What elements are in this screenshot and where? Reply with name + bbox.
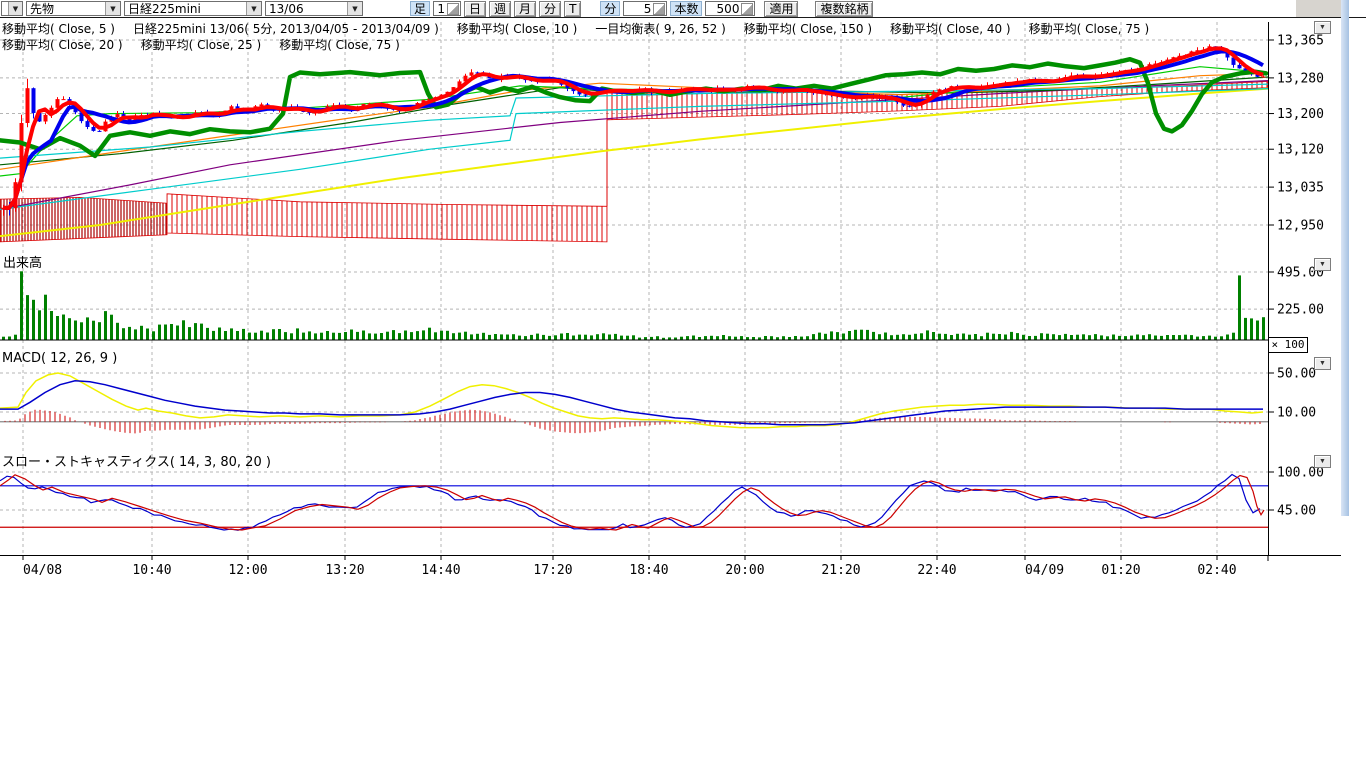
ma10-line	[3, 52, 1263, 209]
svg-text:04/09: 04/09	[1025, 563, 1064, 578]
macd-pane-label: MACD( 12, 26, 9 )	[2, 351, 117, 366]
macd-pane-menu-button[interactable]: ▼	[1314, 357, 1331, 370]
legend-item: 移動平均( Close, 40 )	[890, 20, 1011, 37]
main-price-pane	[0, 44, 1268, 242]
legend-item: 移動平均( Close, 5 )	[2, 20, 115, 37]
svg-text:12,950: 12,950	[1277, 219, 1324, 234]
svg-text:225.00: 225.00	[1277, 303, 1324, 318]
svg-text:18:40: 18:40	[629, 563, 668, 578]
stochastics-pane-label: スロー・ストキャスティクス( 14, 3, 80, 20 )	[2, 451, 271, 470]
legend-row-2: 移動平均( Close, 20 ) 移動平均( Close, 25 ) 移動平均( …	[2, 36, 400, 53]
legend-item: 日経225mini 13/06( 5分, 2013/04/05 - 2013/0…	[133, 20, 439, 37]
legend-item: 移動平均( Close, 20 )	[2, 36, 123, 53]
macd-line	[0, 373, 1263, 428]
volume-pane-label: 出来高	[3, 252, 42, 271]
legend-item: 移動平均( Close, 75 )	[279, 36, 400, 53]
stoch-d-line	[0, 475, 1264, 530]
svg-text:10.00: 10.00	[1277, 406, 1316, 421]
svg-text:13,280: 13,280	[1277, 71, 1324, 86]
ma20-line	[0, 67, 1268, 176]
svg-text:22:40: 22:40	[917, 563, 956, 578]
svg-text:02:40: 02:40	[1197, 563, 1236, 578]
volume-multiplier-badge: × 100	[1268, 337, 1308, 353]
svg-text:13:20: 13:20	[325, 563, 364, 578]
svg-text:17:20: 17:20	[533, 563, 572, 578]
volume-pane	[0, 271, 1268, 340]
svg-text:13,035: 13,035	[1277, 181, 1324, 196]
svg-text:10:40: 10:40	[132, 563, 171, 578]
svg-text:04/08: 04/08	[23, 563, 62, 578]
chart-area: 13,36513,28013,20013,12013,03512,950495.…	[0, 0, 1366, 600]
main-pane-menu-button[interactable]: ▼	[1314, 21, 1331, 34]
svg-text:13,365: 13,365	[1277, 34, 1324, 49]
legend-item: 移動平均( Close, 150 )	[744, 20, 872, 37]
stochastics-pane	[0, 475, 1268, 531]
candles	[2, 44, 1266, 216]
svg-text:45.00: 45.00	[1277, 504, 1316, 519]
legend-item: 一目均衡表( 9, 26, 52 )	[595, 20, 725, 37]
chart-application-window: 13,36513,28013,20013,12013,03512,950495.…	[0, 0, 1366, 768]
macd-signal-line	[0, 381, 1263, 425]
svg-text:20:00: 20:00	[725, 563, 764, 578]
macd-pane	[0, 373, 1268, 433]
legend-item: 移動平均( Close, 25 )	[141, 36, 262, 53]
svg-text:14:40: 14:40	[421, 563, 460, 578]
svg-text:50.00: 50.00	[1277, 367, 1316, 382]
legend-item: 移動平均( Close, 10 )	[457, 20, 578, 37]
legend-row-1: 移動平均( Close, 5 ) 日経225mini 13/06( 5分, 201…	[2, 20, 1149, 37]
stochastics-pane-menu-button[interactable]: ▼	[1314, 455, 1331, 468]
svg-text:13,200: 13,200	[1277, 107, 1324, 122]
svg-text:13,120: 13,120	[1277, 143, 1324, 158]
svg-text:12:00: 12:00	[228, 563, 267, 578]
stoch-k-line	[0, 475, 1260, 531]
svg-text:01:20: 01:20	[1101, 563, 1140, 578]
volume-pane-menu-button[interactable]: ▼	[1314, 258, 1331, 271]
legend-item: 移動平均( Close, 75 )	[1029, 20, 1150, 37]
svg-text:21:20: 21:20	[821, 563, 860, 578]
vertical-scrollbar[interactable]	[1341, 0, 1349, 516]
ma25-line	[0, 73, 1268, 169]
